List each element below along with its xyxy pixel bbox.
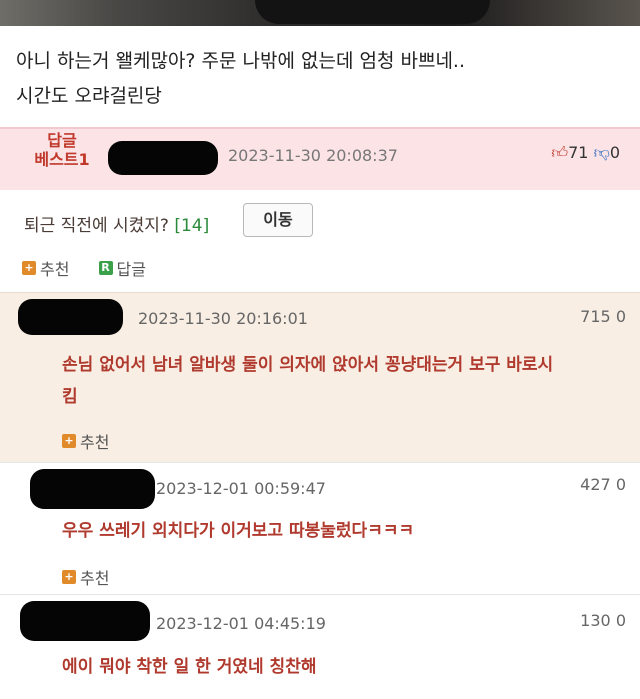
plus-square-icon: + [22, 261, 36, 275]
post-body: 아니 하는거 왤케많아? 주문 나밖에 없는데 엄청 바쁘네.. 시간도 오랴걸… [0, 44, 640, 114]
best-reply-actions: + 추천 R 답글 [22, 256, 170, 280]
reply-label: 답글 [116, 260, 146, 279]
comment-votes: 130 0 [580, 611, 626, 630]
best-reply-header: 답글 베스트1 2023-11-30 20:08:37 👍︎71 👎︎0 [0, 127, 640, 190]
recommend-button[interactable]: + 추천 [62, 565, 109, 589]
comment-date: 2023-12-01 04:45:19 [156, 614, 326, 633]
recommend-label: 추천 [40, 260, 70, 279]
redacted-username [18, 299, 123, 335]
comment-date: 2023-11-30 20:16:01 [138, 309, 308, 328]
redacted-username [20, 601, 150, 641]
photo-strip [0, 0, 640, 26]
recommend-button[interactable]: + 추천 [62, 429, 109, 453]
best-reply-body: 퇴근 직전에 시켰지? [14] 이동 + 추천 R 답글 [0, 190, 640, 292]
redacted-username [108, 141, 218, 175]
best-reply-label: 답글 베스트1 [34, 131, 90, 169]
best-reply-text: 퇴근 직전에 시켰지? [14] [24, 216, 210, 236]
recommend-button[interactable]: + 추천 [22, 256, 69, 280]
thumbs-up-icon[interactable]: 👍︎ [551, 143, 568, 162]
plus-square-icon: + [62, 434, 76, 448]
comment-votes: 715 0 [580, 307, 626, 326]
redacted-username [30, 469, 155, 509]
comment-votes: 427 0 [580, 475, 626, 494]
reply-square-icon: R [98, 261, 113, 275]
post-line-2: 시간도 오랴걸린당 [16, 85, 162, 107]
comment-item: 2023-12-01 00:59:47 427 0 우우 쓰레기 외치다가 이거… [0, 462, 640, 594]
post-line-1: 아니 하는거 왤케많아? 주문 나밖에 없는데 엄청 바쁘네.. [16, 50, 466, 72]
thumbs-down-icon[interactable]: 👎︎ [594, 143, 610, 162]
comment-text: 에이 뭐야 착한 일 한 거였네 칭찬해 [62, 657, 317, 677]
comment-date: 2023-12-01 00:59:47 [156, 479, 326, 498]
plus-square-icon: + [62, 570, 76, 584]
best-reply-date: 2023-11-30 20:08:37 [228, 146, 398, 165]
comment-item: 2023-12-01 04:45:19 130 0 에이 뭐야 착한 일 한 거… [0, 594, 640, 699]
comment-text: 손님 없어서 남녀 알바생 둘이 의자에 앉아서 꽁냥대는거 보구 바로시 킴 [62, 355, 554, 407]
photo-dark-object [255, 0, 490, 24]
comment-text: 우우 쓰레기 외치다가 이거보고 따봉눌렀다ㅋㅋㅋ [62, 521, 415, 541]
comment-item: 2023-11-30 20:16:01 715 0 손님 없어서 남녀 알바생 … [0, 292, 640, 462]
down-count: 0 [609, 143, 620, 162]
reply-count: [14] [174, 216, 210, 236]
move-button[interactable]: 이동 [243, 203, 313, 237]
best-reply-votes: 👍︎71 👎︎0 [551, 143, 620, 163]
up-count: 71 [568, 143, 589, 162]
reply-button[interactable]: R 답글 [98, 256, 146, 280]
